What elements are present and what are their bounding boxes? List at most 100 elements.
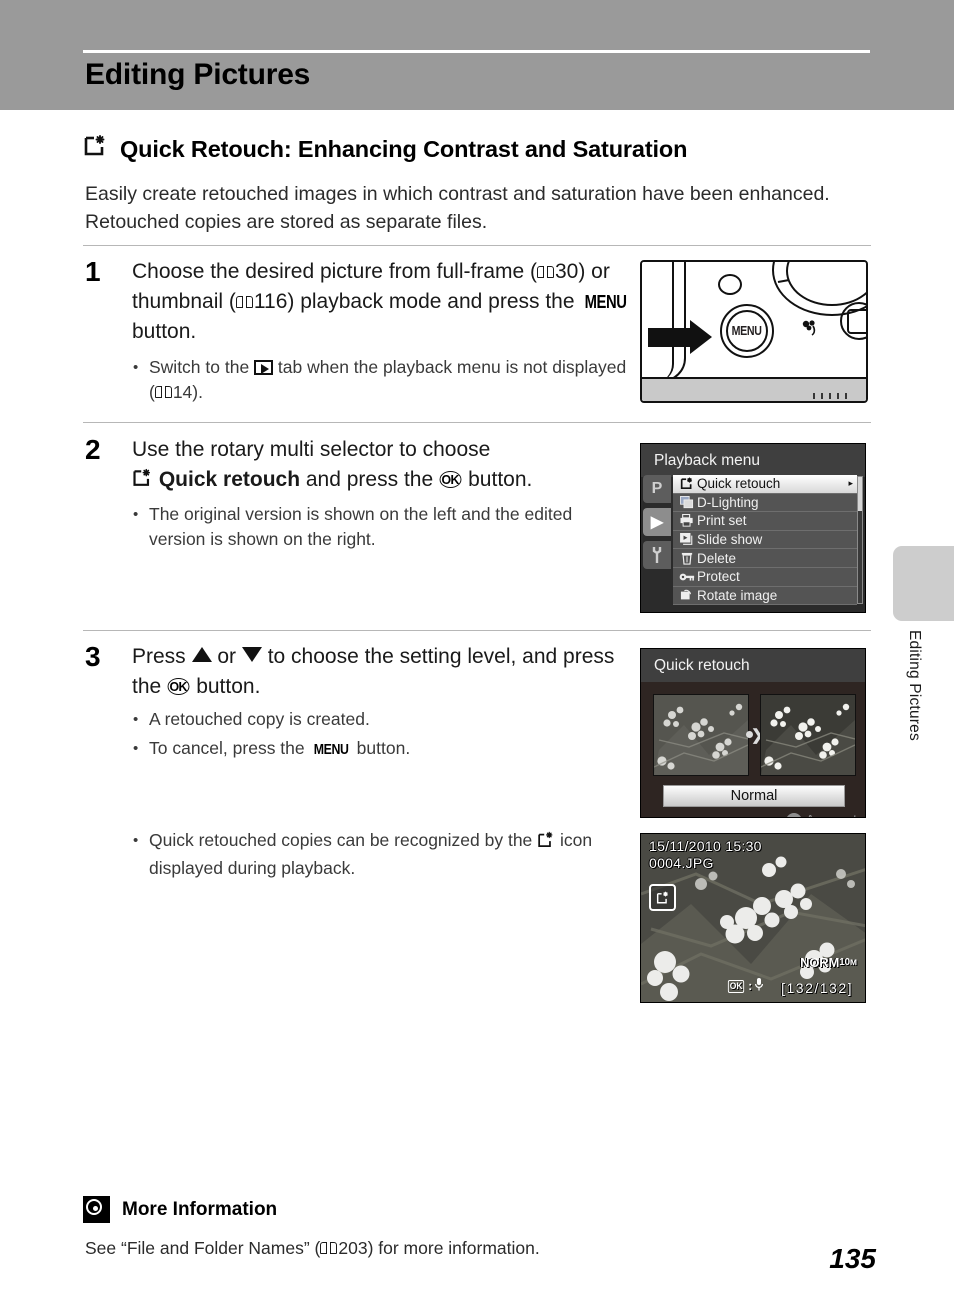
page-number: 135 <box>829 1243 876 1274</box>
printer-icon <box>677 514 697 528</box>
figure-camera-back: MENU <box>640 260 868 403</box>
more-information-icon <box>83 1196 110 1223</box>
page-title: Editing Pictures <box>85 58 311 91</box>
menu-item-label: Slide show <box>697 532 763 548</box>
quick-retouch-copy-icon <box>649 884 676 911</box>
playback-menu-list: Quick retouch ▸ D-Lighting Print set Sli… <box>673 475 857 606</box>
menu-item-d-lighting[interactable]: D-Lighting <box>673 493 857 513</box>
menu-item-label: Quick retouch <box>697 476 781 492</box>
bullet-text: The original version is shown on the lef… <box>149 504 573 549</box>
page-ref-book-icon <box>235 296 253 309</box>
step-3-text-d: button. <box>190 675 261 698</box>
menu-scrollbar[interactable] <box>857 476 863 604</box>
step-2-text-b: and press the <box>300 468 439 491</box>
rotate-image-icon <box>677 589 697 602</box>
bullet-text-c: ). <box>192 382 203 402</box>
step-2-bullets: • The original version is shown on the l… <box>133 502 623 556</box>
ok-button-glyph: OK <box>167 678 190 696</box>
camera-back-illustration: MENU <box>640 260 868 403</box>
step-2-text: Use the rotary multi selector to choose … <box>132 435 632 498</box>
menu-button[interactable]: MENU <box>726 310 768 352</box>
bullet-text-a: Quick retouched copies can be recognized… <box>149 830 538 850</box>
bullet-text: To cancel, press the MENU button. <box>149 736 623 762</box>
chevron-right-icon: ▸ <box>848 478 853 489</box>
press-arrow-icon <box>648 320 712 354</box>
auxiliary-button <box>718 274 742 295</box>
divider-1 <box>83 245 871 246</box>
trash-icon <box>677 552 697 565</box>
tab-playback[interactable]: ▶ <box>643 508 671 536</box>
down-arrow-icon <box>241 647 262 662</box>
menu-button-glyph: MENU <box>313 741 349 758</box>
image-size: 10м <box>839 957 857 968</box>
step-1-text-c: ) playback mode and press the <box>287 290 581 313</box>
menu-item-label: Protect <box>697 569 740 585</box>
image-quality: NORM <box>800 955 840 970</box>
step-3-text: Press or to choose the setting level, an… <box>132 642 632 702</box>
bullet-dot: • <box>133 740 139 757</box>
step-1-ref-1: 30 <box>555 260 579 283</box>
retouch-level-value[interactable]: Normal <box>663 785 845 807</box>
original-thumbnail <box>653 694 749 776</box>
note-body-b: ) for more information. <box>367 1238 540 1258</box>
quick-retouch-body: ❯ Normal <box>641 682 865 817</box>
menu-item-slide-show[interactable]: Slide show <box>673 530 857 550</box>
photo-time: 15:30 <box>725 838 762 854</box>
bullet-ref: 14 <box>172 382 193 402</box>
menu-item-rotate-image[interactable]: Rotate image <box>673 586 857 606</box>
bullet-item: • Switch to the tab when the playback me… <box>133 355 633 405</box>
section-intro: Easily create retouched images in which … <box>85 183 830 233</box>
slide-show-icon <box>677 533 697 546</box>
menu-button-label: MENU <box>732 324 762 338</box>
step-1-text-d: button. <box>132 320 197 343</box>
divider-3 <box>83 630 871 631</box>
colon: : <box>748 979 753 993</box>
bullet-text: A retouched copy is created. <box>149 709 370 729</box>
photo-date: 15/11/2010 <box>649 838 722 854</box>
wrench-icon <box>652 547 662 563</box>
header-rule <box>83 50 870 53</box>
step-3-text-a: Press <box>132 645 192 668</box>
page-ref-book-icon <box>537 266 554 279</box>
image-quality-indicator: NORM10м <box>800 955 857 970</box>
step-2-text-a: Use the rotary multi selector to choose <box>132 438 491 461</box>
bullet-dot: • <box>133 711 139 728</box>
step-1-bullets: • Switch to the tab when the playback me… <box>133 355 633 409</box>
bullet-dot: • <box>133 506 139 523</box>
menu-item-protect[interactable]: Protect <box>673 567 857 587</box>
section-heading: Quick Retouch: Enhancing Contrast and Sa… <box>83 134 883 164</box>
bullet-text-a: Switch to the <box>149 357 255 377</box>
step-1-text-a: Choose the desired picture from full-fra… <box>132 260 537 283</box>
up-down-icon: ↕ <box>786 812 803 817</box>
playback-tab-icon <box>254 360 274 375</box>
camera-texture <box>812 388 848 399</box>
microphone-icon <box>755 978 764 994</box>
figure-quick-retouch-preview: Quick retouch ❯ Normal <box>640 648 866 818</box>
bullet-dot: • <box>133 832 139 849</box>
menu-button-glyph: MENU <box>584 292 627 312</box>
key-icon <box>677 571 697 583</box>
menu-item-quick-retouch[interactable]: Quick retouch ▸ <box>673 475 857 494</box>
quick-retouch-screen: Quick retouch ❯ Normal <box>640 648 866 818</box>
menu-item-label: Delete <box>697 550 737 566</box>
tab-shooting-label: P <box>651 480 663 497</box>
quick-retouch-icon <box>83 134 108 164</box>
step-3-bullets: • A retouched copy is created. • To canc… <box>133 707 623 766</box>
step-3-text-b: or <box>211 645 242 668</box>
menu-item-delete[interactable]: Delete <box>673 549 857 568</box>
bullet-item: • The original version is shown on the l… <box>133 502 623 552</box>
photo-datetime: 15/11/2010 15:30 <box>649 838 762 854</box>
voice-memo-hint: OK : <box>727 978 764 994</box>
step-2-bold-menu-name: Quick retouch <box>158 468 301 491</box>
note-body-ref: 203 <box>338 1238 368 1258</box>
divider-2 <box>83 422 871 423</box>
bullet-item: • Quick retouched copies can be recogniz… <box>133 828 623 881</box>
bullet-text-b: button. <box>351 738 411 758</box>
tab-setup[interactable] <box>643 541 671 569</box>
step-1-text: Choose the desired picture from full-fra… <box>132 257 632 347</box>
tab-shooting[interactable]: P <box>643 475 671 503</box>
menu-item-print-set[interactable]: Print set <box>673 512 857 531</box>
step-2-text-c: button. <box>462 468 533 491</box>
quick-retouch-copy-icon <box>537 831 555 856</box>
quick-retouch-icon <box>132 468 153 498</box>
